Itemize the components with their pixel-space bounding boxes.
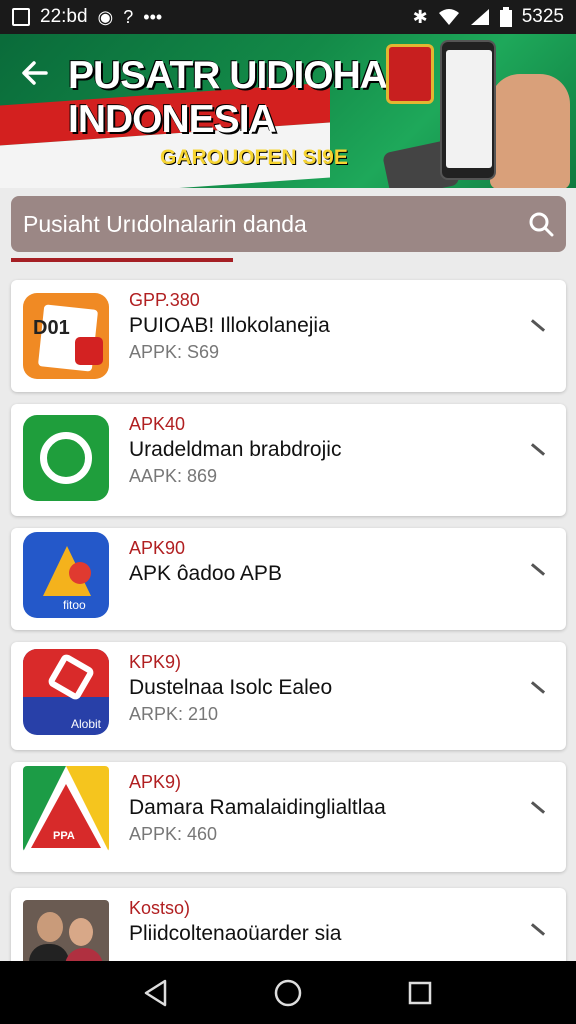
- app-tag: GPP.380: [129, 290, 200, 310]
- search-tab-indicator: [11, 258, 233, 262]
- document-app-icon-text: D01: [33, 317, 70, 339]
- list-item[interactable]: Alobit KPK9) Dustelnaa Isolc Ealeo ARPK:…: [11, 642, 566, 750]
- app-title: Dustelnaa Isolc Ealeo: [129, 676, 333, 699]
- app-title: Pliidcoltenaoüarder sia: [129, 922, 342, 945]
- document-app-icon: D01: [23, 293, 109, 379]
- recents-square-icon: [408, 981, 432, 1004]
- app-tag: Kostso): [129, 898, 191, 918]
- app-tag: APK9): [129, 772, 182, 792]
- arrow-app-icon: fitoo: [23, 532, 109, 618]
- app-title: Uradeldman brabdrojic: [129, 438, 342, 461]
- search-icon[interactable]: [528, 211, 554, 237]
- chevron-icon: [530, 563, 546, 576]
- chevron-icon: [530, 681, 546, 694]
- back-triangle-icon: [144, 979, 167, 1006]
- list-item[interactable]: D01 GPP.380 PUIOAB! Illokolanejia APPK: …: [11, 280, 566, 392]
- page-title-line1: PUSATR UIDIOHAN: [68, 54, 415, 97]
- battery-icon: [499, 7, 512, 27]
- nav-recents-button[interactable]: [405, 978, 435, 1008]
- status-right-text: 5325: [521, 6, 564, 27]
- phone-mockup: [440, 40, 496, 180]
- system-nav-bar: [0, 961, 576, 1024]
- app-meta: APPK: S69: [129, 342, 220, 362]
- alarm-icon: ◉: [97, 7, 114, 27]
- nav-back-button[interactable]: [141, 978, 171, 1008]
- banner-subtitle: GAROUOFEN SI9E: [160, 146, 348, 169]
- arrow-app-icon-text: fitoo: [63, 598, 86, 612]
- emblem-icon: [386, 44, 434, 104]
- app-title: Damara Ramalaidinglialtlaa: [129, 796, 386, 819]
- triangle-app-icon-text: PPA: [53, 830, 75, 842]
- app-tag: APK40: [129, 414, 186, 434]
- app-tag: APK90: [129, 538, 186, 558]
- back-button[interactable]: [20, 58, 54, 92]
- header-banner: PUSATR UIDIOHAN INDONESIA GAROUOFEN SI9E: [0, 34, 576, 188]
- search-bar[interactable]: Pusiaht Urıdolnalarin danda: [11, 196, 566, 252]
- chevron-icon: [530, 319, 546, 332]
- image-icon: [12, 8, 30, 26]
- search-input[interactable]: Pusiaht Urıdolnalarin danda: [23, 211, 307, 238]
- app-title: PUIOAB! Illokolanejia: [129, 314, 330, 337]
- app-meta: ARPK: 210: [129, 704, 219, 724]
- page-title-line2: INDONESIA: [68, 98, 277, 141]
- triangle-app-icon: PPA: [23, 766, 109, 852]
- bluetooth-icon: ✱: [412, 7, 428, 27]
- chevron-icon: [530, 923, 546, 936]
- whatsapp-style-app-icon: [23, 415, 109, 501]
- app-meta: AAPK: 869: [129, 466, 218, 486]
- app-tag: KPK9): [129, 652, 182, 672]
- nav-home-button[interactable]: [273, 978, 303, 1008]
- chevron-icon: [530, 443, 546, 456]
- wifi-icon: [438, 9, 459, 25]
- phone-screen: [446, 50, 492, 168]
- app-meta: APPK: 460: [129, 824, 218, 844]
- list-item[interactable]: PPA APK9) Damara Ramalaidinglialtlaa APP…: [11, 762, 566, 872]
- app-title: APK ôadoo APB: [129, 562, 282, 585]
- red-flag-app-icon: Alobit: [23, 649, 109, 735]
- list-item[interactable]: APK40 Uradeldman brabdrojic AAPK: 869: [11, 404, 566, 516]
- more-icon: •••: [143, 7, 163, 27]
- hand-illustration: [490, 74, 570, 188]
- page-title: PUSATR UIDIOHAN INDONESIA: [68, 54, 415, 142]
- back-arrow-icon: [22, 61, 48, 85]
- red-flag-app-icon-text: Alobit: [71, 717, 102, 731]
- list-item[interactable]: fitoo APK90 APK ôadoo APB: [11, 528, 566, 630]
- status-time: 22:bd: [40, 6, 88, 27]
- signal-icon: [470, 9, 489, 25]
- status-bar: 22:bd ◉ ? ••• ✱ 5325: [0, 0, 576, 34]
- home-circle-icon: [274, 979, 302, 1006]
- help-icon: ?: [123, 7, 134, 27]
- chevron-icon: [530, 801, 546, 814]
